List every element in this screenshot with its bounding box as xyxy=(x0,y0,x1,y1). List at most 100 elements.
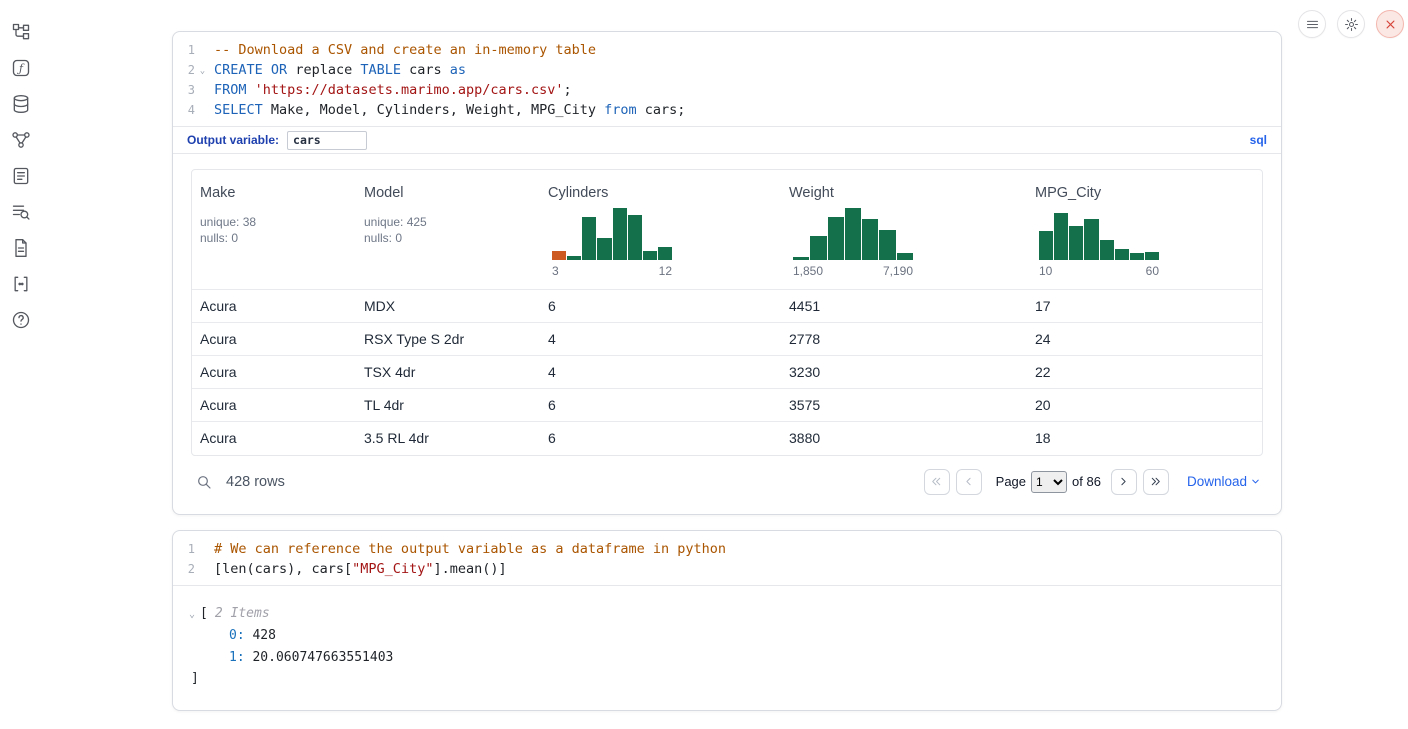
scratchpad-icon[interactable] xyxy=(11,166,31,186)
tree-collapse-icon[interactable]: ⌄ xyxy=(189,609,195,620)
settings-button[interactable] xyxy=(1337,10,1365,38)
tree-close-bracket: ] xyxy=(189,668,1265,690)
tree-key: 0: xyxy=(229,628,252,643)
histogram-bar xyxy=(793,257,809,260)
download-button[interactable]: Download xyxy=(1187,474,1261,489)
column-header[interactable]: Weight 1,8507,190 xyxy=(781,170,1027,290)
code-token: OR xyxy=(271,62,287,78)
prev-page-button[interactable] xyxy=(956,469,982,495)
code-token: CREATE xyxy=(214,62,263,78)
sql-editor[interactable]: 1-- Download a CSV and create an in-memo… xyxy=(173,32,1281,126)
column-header[interactable]: MPG_City 10 60 xyxy=(1027,170,1262,290)
first-page-button[interactable] xyxy=(924,469,950,495)
last-page-button[interactable] xyxy=(1143,469,1169,495)
dependency-graph-icon[interactable] xyxy=(11,130,31,150)
code-text: # We can reference the output variable a… xyxy=(210,539,726,559)
notebook: 1-- Download a CSV and create an in-memo… xyxy=(172,31,1282,711)
line-number: 1 xyxy=(173,40,195,60)
page-select[interactable]: 1 xyxy=(1031,471,1067,493)
histogram-bar xyxy=(1039,231,1053,260)
column-header[interactable]: Modelunique: 425nulls: 0 xyxy=(356,170,540,290)
pagination: Page 1 of 86 Download xyxy=(918,469,1261,495)
tree-entries: 0: 4281: 20.060747663551403 xyxy=(189,625,1265,668)
output-variable-input[interactable] xyxy=(287,131,367,150)
code-token: from xyxy=(604,102,637,118)
menu-button[interactable] xyxy=(1298,10,1326,38)
axis-max-label: 60 xyxy=(1146,264,1159,279)
histogram xyxy=(1039,208,1159,260)
dataframe-table: Make unique: 38nulls: 0Modelunique: 425nu… xyxy=(191,169,1263,456)
search-button[interactable] xyxy=(193,471,215,493)
axis-min-label: 3 xyxy=(552,264,559,279)
functions-icon[interactable]: ƒ xyxy=(11,58,31,78)
table-row[interactable]: AcuraTSX 4dr4323022 xyxy=(192,356,1262,389)
hamburger-icon xyxy=(1305,17,1320,32)
table-cell: 4451 xyxy=(781,290,1027,323)
histogram-bar xyxy=(879,230,895,260)
output-variable-bar: Output variable: sql xyxy=(173,126,1281,154)
code-line: 2[len(cars), cars["MPG_City"].mean()] xyxy=(173,559,1281,579)
histogram-axis: 1,8507,190 xyxy=(793,264,913,279)
histogram-bar xyxy=(897,253,913,260)
code-token: "MPG_City" xyxy=(352,561,433,577)
column-histogram: 312 xyxy=(552,208,672,279)
column-header[interactable]: Cylinders 312 xyxy=(540,170,781,290)
help-icon[interactable] xyxy=(11,310,31,330)
column-header[interactable]: Make unique: 38nulls: 0 xyxy=(192,170,356,290)
chevrons-right-icon xyxy=(1149,475,1162,488)
table-header-row: Make unique: 38nulls: 0Modelunique: 425nu… xyxy=(192,170,1262,290)
table-row[interactable]: Acura3.5 RL 4dr6388018 xyxy=(192,422,1262,455)
column-name[interactable]: Model xyxy=(364,184,532,202)
table-cell: 6 xyxy=(540,422,781,455)
topbar xyxy=(1298,10,1404,38)
histogram-bar xyxy=(845,208,861,260)
table-cell: 4 xyxy=(540,323,781,356)
table-row[interactable]: AcuraTL 4dr6357520 xyxy=(192,389,1262,422)
table-cell: 20 xyxy=(1027,389,1262,422)
table-row[interactable]: AcuraMDX6445117 xyxy=(192,290,1262,323)
histogram-bar xyxy=(597,238,611,260)
sql-output-area: Make unique: 38nulls: 0Modelunique: 425nu… xyxy=(173,154,1281,514)
tree-value: 20.060747663551403 xyxy=(252,650,393,665)
python-editor[interactable]: 1 # We can reference the output variable … xyxy=(173,531,1281,585)
gear-icon xyxy=(1344,17,1359,32)
snippets-icon[interactable] xyxy=(11,274,31,294)
axis-min-label: 10 xyxy=(1039,264,1052,279)
column-stats: unique: 38nulls: 0 xyxy=(200,214,348,246)
histogram xyxy=(793,208,913,260)
code-token: ; xyxy=(564,82,572,98)
logs-icon[interactable] xyxy=(11,202,31,222)
sql-cell: 1-- Download a CSV and create an in-memo… xyxy=(172,31,1282,515)
code-token: [len(cars), cars[ xyxy=(214,561,352,577)
table-row[interactable]: AcuraRSX Type S 2dr4277824 xyxy=(192,323,1262,356)
page-label: Page xyxy=(996,474,1026,489)
histogram-bar xyxy=(658,247,672,260)
table-cell: 4 xyxy=(540,356,781,389)
tree-entry: 0: 428 xyxy=(189,625,1265,647)
line-number: 1 xyxy=(173,539,195,559)
output-variable-label: Output variable: xyxy=(187,133,279,147)
tree-entry: 1: 20.060747663551403 xyxy=(189,647,1265,669)
table-cell: 3.5 RL 4dr xyxy=(356,422,540,455)
next-page-button[interactable] xyxy=(1111,469,1137,495)
close-button[interactable] xyxy=(1376,10,1404,38)
file-tree-icon[interactable] xyxy=(11,22,31,42)
line-number: 2 xyxy=(173,559,195,579)
svg-text:ƒ: ƒ xyxy=(17,62,25,75)
documentation-icon[interactable] xyxy=(11,238,31,258)
datasources-icon[interactable] xyxy=(11,94,31,114)
column-name[interactable]: Cylinders xyxy=(548,184,773,202)
table-cell: 6 xyxy=(540,290,781,323)
histogram xyxy=(552,208,672,260)
fold-chevron-icon[interactable]: ⌄ xyxy=(195,60,210,80)
code-token: TABLE xyxy=(360,62,401,78)
histogram-bar xyxy=(1130,253,1144,260)
table-cell: 3880 xyxy=(781,422,1027,455)
table-cell: TL 4dr xyxy=(356,389,540,422)
column-name[interactable]: MPG_City xyxy=(1035,184,1254,202)
table-cell: 3575 xyxy=(781,389,1027,422)
language-badge[interactable]: sql xyxy=(1250,133,1267,147)
column-name[interactable]: Weight xyxy=(789,184,1019,202)
histogram-bar xyxy=(1054,213,1068,260)
column-name[interactable]: Make xyxy=(200,184,348,202)
